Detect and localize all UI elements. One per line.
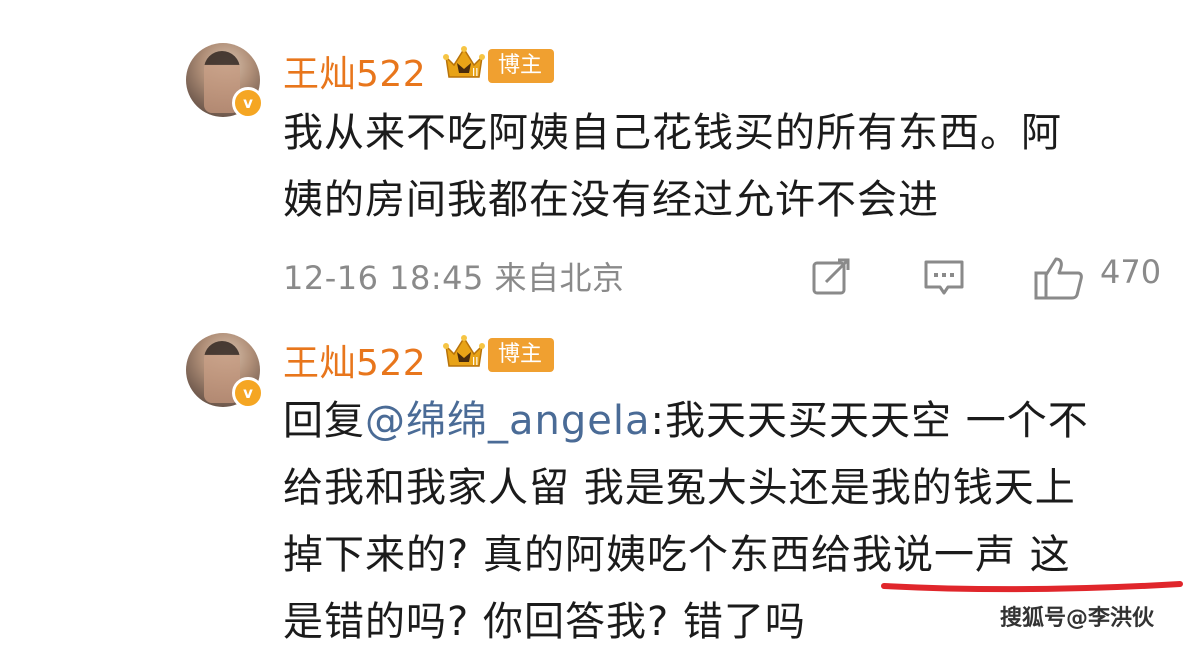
red-underline-annotation <box>881 581 1183 593</box>
comment-text-line: 给我和我家人留 我是冤大头还是我的钱天上 <box>283 465 1076 511</box>
like-icon[interactable] <box>1034 255 1084 301</box>
mention-link[interactable]: @绵绵_angela <box>365 398 651 444</box>
crown-level-text: II <box>472 355 479 368</box>
avatar[interactable]: v <box>186 333 264 409</box>
crown-level-icon: II <box>443 335 485 368</box>
weibo-comment-screenshot: v 王灿522 II 博主 我从来不吃阿姨自己花钱买的所有东西。阿 姨的房间我都… <box>0 0 1200 645</box>
comment-item-1: v 王灿522 II 博主 我从来不吃阿姨自己花钱买的所有东西。阿 姨的房间我都… <box>0 0 1200 322</box>
crown-level-icon: II <box>443 46 485 79</box>
verified-badge-icon: v <box>232 377 264 409</box>
watermark: 搜狐号@李洪伙 <box>1000 606 1155 631</box>
comment-item-2: v 王灿522 II 博主 回复@绵绵_angela:我天天买天天空 一个不 给… <box>0 322 1200 645</box>
role-badge: 博主 <box>488 49 555 83</box>
comment-meta: 12-16 18:45 来自北京 <box>283 259 625 297</box>
verified-badge-icon: v <box>232 87 264 119</box>
comment-text-line: 姨的房间我都在没有经过允许不会进 <box>283 177 939 223</box>
comment-text-line: 回复@绵绵_angela:我天天买天天空 一个不 <box>283 388 1163 455</box>
username[interactable]: 王灿522 <box>283 45 426 97</box>
share-icon[interactable] <box>810 255 854 299</box>
reply-prefix: 回复 <box>283 398 365 444</box>
comment-text-segment: :我天天买天天空 一个不 <box>650 398 1089 444</box>
avatar[interactable]: v <box>186 43 264 119</box>
username[interactable]: 王灿522 <box>283 334 426 386</box>
crown-level-text: II <box>472 66 479 79</box>
like-count: 470 <box>1100 253 1162 291</box>
comment-text: 我从来不吃阿姨自己花钱买的所有东西。阿 姨的房间我都在没有经过允许不会进 <box>283 100 1163 234</box>
comment-icon[interactable] <box>922 255 966 299</box>
comment-text-line: 我从来不吃阿姨自己花钱买的所有东西。阿 <box>283 110 1062 156</box>
role-badge: 博主 <box>488 338 555 372</box>
